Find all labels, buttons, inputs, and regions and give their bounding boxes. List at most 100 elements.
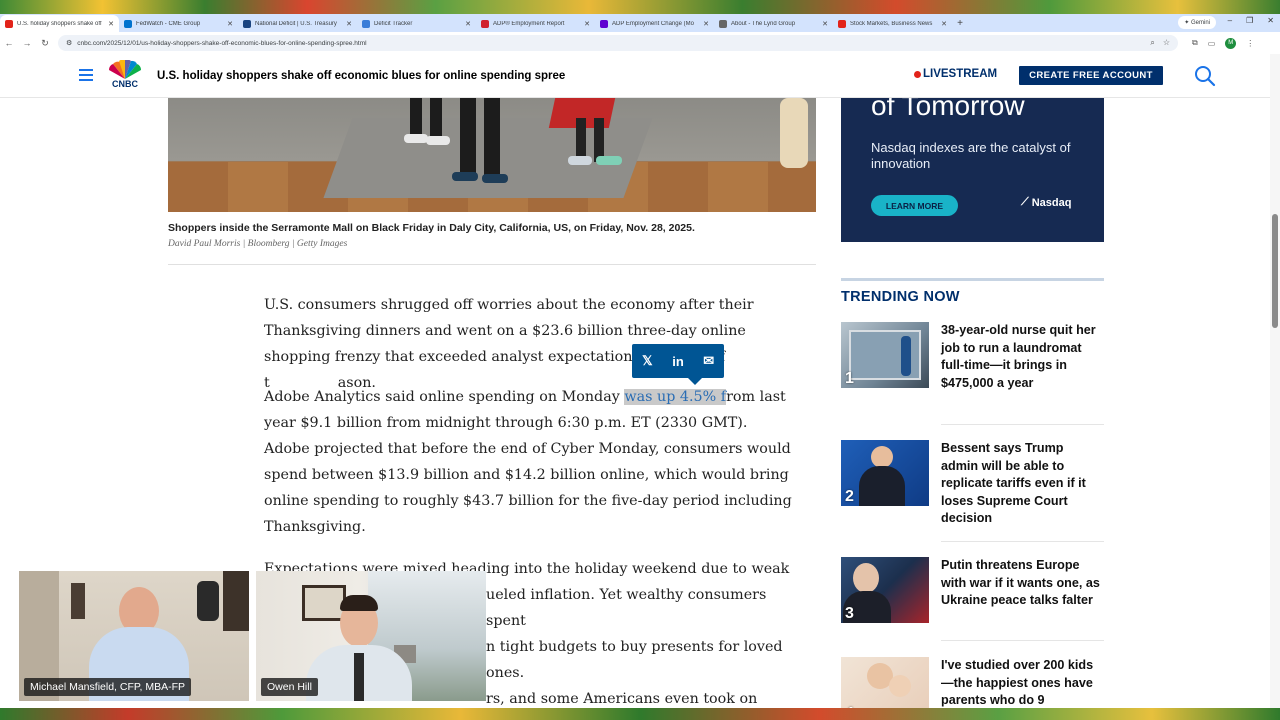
tab-label: FedWatch - CME Group [136,20,201,27]
share-popup: 𝕏 in ✉ [632,344,724,385]
paragraph-text: Adobe Analytics said online spending on … [264,389,625,405]
trending-number: 3 [845,605,854,622]
trending-separator [941,541,1104,542]
tab-label: U.S. holiday shoppers shake off [17,20,102,27]
page-scrollbar[interactable] [1270,54,1280,708]
close-icon[interactable]: ✕ [227,20,233,28]
back-arrow-icon[interactable]: ← [0,38,18,48]
trending-separator [941,640,1104,641]
browser-tab[interactable]: FedWatch - CME Group ✕ [119,15,238,32]
gemini-label: Gemini [1190,19,1210,26]
peacock-icon [108,59,142,79]
close-icon[interactable]: ✕ [941,20,947,28]
tab-label: National Deficit | U.S. Treasury [255,20,337,27]
trending-item[interactable]: 1 38-year-old nurse quit her job to run … [841,322,1104,422]
ad-headline: of Tomorrow [871,98,1025,121]
tab-favicon-icon [243,19,251,28]
linkedin-share-icon[interactable]: in [668,354,688,369]
browser-tab[interactable]: ADP® Employment Report ✕ [476,15,595,32]
gemini-button[interactable]: ✦ Gemini [1178,16,1216,29]
tab-favicon-icon [838,19,846,28]
split-view-icon[interactable]: ▭ [1208,39,1216,48]
selected-text[interactable]: was up 4.5% f [624,389,727,405]
nasdaq-logo: ⟋ Nasdaq [1021,196,1071,209]
tab-label: Deficit Tracker [374,20,413,27]
trending-item[interactable]: 3 Putin threatens Europe with war if it … [841,557,1104,637]
page-headline: U.S. holiday shoppers shake off economic… [157,70,566,82]
decorative-frame-bottom [0,708,1280,720]
trending-headline[interactable]: 38-year-old nurse quit her job to run a … [941,322,1101,392]
close-icon[interactable]: ✕ [703,20,709,28]
hamburger-menu-icon[interactable] [79,69,93,81]
ad-text: Nasdaq indexes are the catalyst of innov… [871,140,1071,171]
close-window-icon[interactable]: ✕ [1267,16,1274,25]
nasdaq-mark-icon: ⟋ [1021,196,1029,208]
cnbc-logo[interactable]: CNBC [107,59,143,90]
trending-thumbnail[interactable]: 3 [841,557,929,623]
tab-favicon-icon [124,19,132,28]
close-icon[interactable]: ✕ [822,20,828,28]
tab-favicon-icon [5,19,13,28]
minimize-icon[interactable]: – [1228,16,1232,25]
ad-brand: Nasdaq [1031,196,1072,209]
url-text: cnbc.com/2025/12/01/us-holiday-shoppers-… [77,39,367,47]
address-bar[interactable]: ⚙ cnbc.com/2025/12/01/us-holiday-shopper… [58,35,1178,51]
scrollbar-thumb[interactable] [1272,214,1278,328]
trending-thumbnail[interactable]: 4 [841,657,929,708]
webcam-feed-michael: Michael Mansfield, CFP, MBA-FP [19,571,249,701]
close-icon[interactable]: ✕ [465,20,471,28]
search-icon[interactable] [1194,65,1216,87]
trending-thumbnail[interactable]: 1 [841,322,929,388]
reload-icon[interactable]: ↻ [36,38,54,49]
sparkle-icon: ✦ [1184,20,1191,26]
nasdaq-ad[interactable]: of Tomorrow Nasdaq indexes are the catal… [841,98,1104,242]
new-tab-button[interactable]: + [952,15,968,32]
window-controls: – ❐ ✕ [1228,16,1274,25]
tab-favicon-icon [481,19,489,28]
trending-thumbnail[interactable]: 2 [841,440,929,506]
tab-favicon-icon [719,19,727,28]
trending-headline[interactable]: I've studied over 200 kids—the happiest … [941,657,1101,708]
trending-item[interactable]: 2 Bessent says Trump admin will be able … [841,440,1104,540]
forward-arrow-icon[interactable]: → [18,38,36,48]
browser-toolbar: ← → ↻ ⚙ cnbc.com/2025/12/01/us-holiday-s… [0,32,1280,54]
tab-label: Stock Markets, Business News [850,20,933,27]
browser-tab[interactable]: Stock Markets, Business News ✕ [833,15,952,32]
webcam-feed-owen: Owen Hill [256,571,486,701]
image-caption: Shoppers inside the Serramonte Mall on B… [168,222,695,234]
x-share-icon[interactable]: 𝕏 [637,353,657,369]
browser-tab[interactable]: National Deficit | U.S. Treasury ✕ [238,15,357,32]
trending-headline[interactable]: Bessent says Trump admin will be able to… [941,440,1101,528]
zoom-icon[interactable]: ⌕ [1150,38,1154,48]
article-divider [168,264,816,265]
livestream-label: LIVESTREAM [923,68,998,80]
browser-tab[interactable]: About - The Lynd Group ✕ [714,15,833,32]
tab-favicon-icon [362,19,370,28]
decorative-frame-top [0,0,1280,14]
paragraph-text: rom last year $9.1 billion from midnight… [264,389,792,535]
close-icon[interactable]: ✕ [346,20,352,28]
close-icon[interactable]: ✕ [108,20,114,28]
bookmark-star-icon[interactable]: ☆ [1163,38,1170,48]
browser-tab[interactable]: U.S. holiday shoppers shake off ✕ [0,15,119,32]
profile-avatar[interactable]: M [1225,37,1237,49]
trending-rule [841,278,1104,281]
article-hero-image [168,98,816,212]
extensions-icon[interactable]: ⧉ [1192,38,1198,48]
close-icon[interactable]: ✕ [584,20,590,28]
tab-favicon-icon [600,19,608,28]
browser-tab[interactable]: ADP Employment Change (Mo ✕ [595,15,714,32]
menu-kebab-icon[interactable]: ⋮ [1246,39,1254,48]
create-account-button[interactable]: CREATE FREE ACCOUNT [1019,66,1163,85]
site-info-icon[interactable]: ⚙ [66,39,72,47]
livestream-link[interactable]: LIVESTREAM [914,68,997,80]
trending-item[interactable]: 4 I've studied over 200 kids—the happies… [841,657,1104,708]
live-dot-icon [914,70,921,78]
trending-headline[interactable]: Putin threatens Europe with war if it wa… [941,557,1101,610]
browser-tab[interactable]: Deficit Tracker ✕ [357,15,476,32]
learn-more-button[interactable]: LEARN MORE [871,195,958,216]
trending-title: TRENDING NOW [841,289,960,305]
maximize-icon[interactable]: ❐ [1246,16,1253,25]
article-paragraph: Adobe Analytics said online spending on … [264,384,794,540]
email-share-icon[interactable]: ✉ [699,353,719,369]
